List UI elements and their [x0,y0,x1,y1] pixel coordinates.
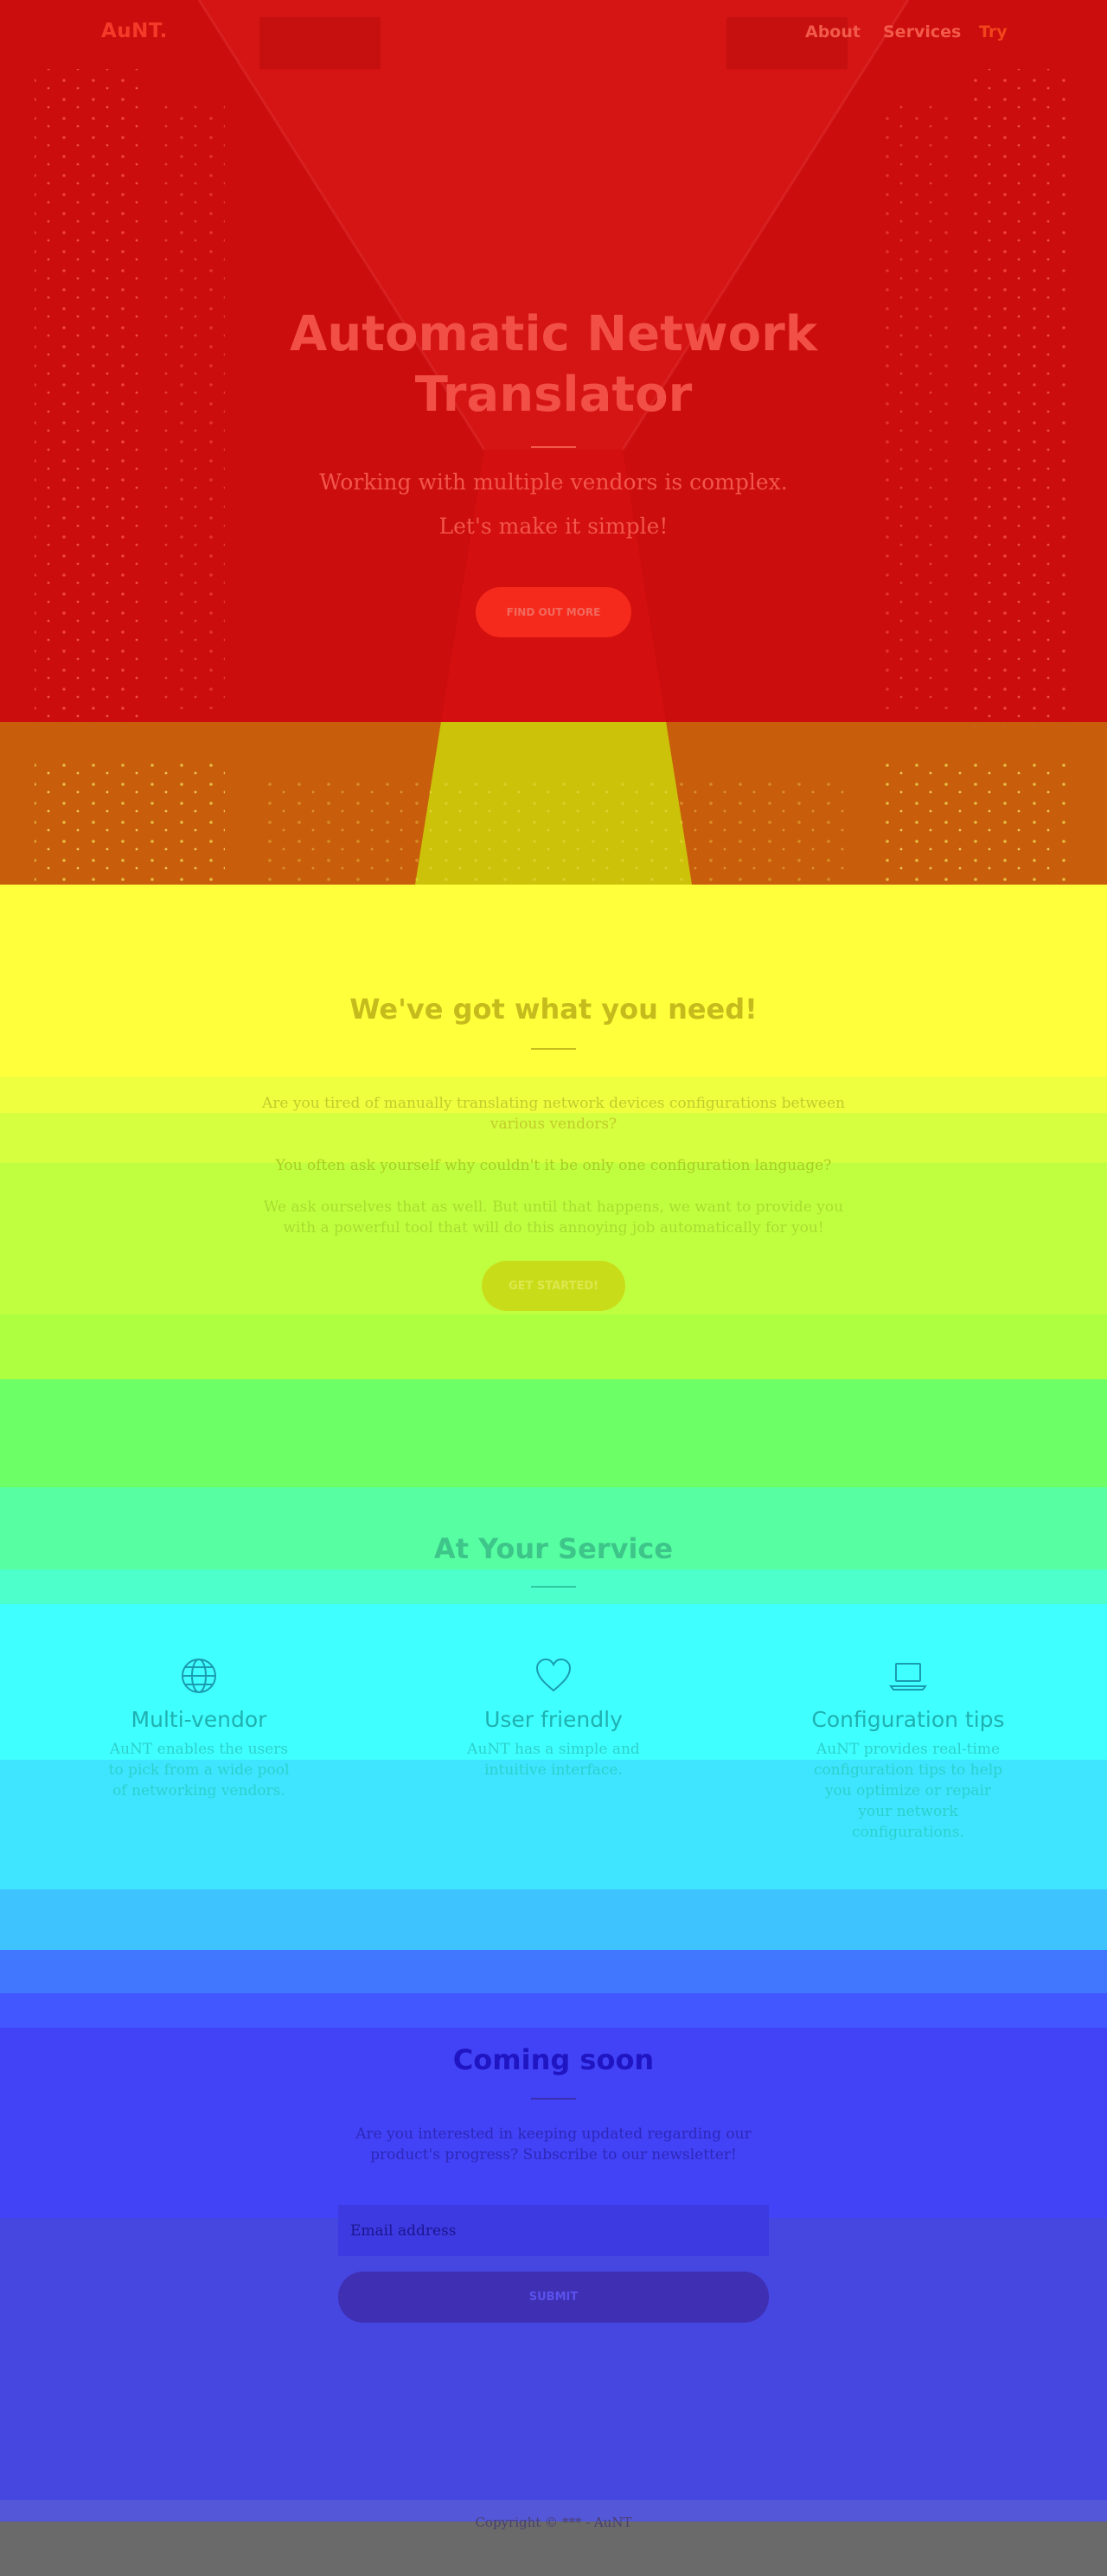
newsletter-divider [531,2098,576,2100]
hero-subtitle-2: Let's make it simple! [438,514,669,539]
newsletter-title: Coming soon [452,2043,655,2076]
get-started-button[interactable]: GET STARTED! [482,1261,625,1311]
service-description: AuNT has a simple and intuitive interfac… [467,1741,640,1779]
service-title: User friendly [484,1707,623,1732]
intro-paragraph-1: Are you tired of manually translating ne… [261,1095,845,1133]
nav-link-try[interactable]: Try [979,22,1008,42]
services-title: At Your Service [433,1532,674,1565]
services-divider [531,1586,576,1588]
hero-background-image [0,0,1107,885]
service-description: AuNT enables the users to pick from a wi… [108,1741,290,1799]
service-multi-vendor: Multi-vendor AuNT enables the users to p… [69,1657,329,1801]
bg-band-14 [0,1950,1107,1993]
hero-title-line-2: Translator [414,367,693,423]
hero-divider [531,446,576,448]
find-out-more-button[interactable]: FIND OUT MORE [476,587,631,637]
service-title: Multi-vendor [131,1707,267,1732]
heart-icon [535,1658,572,1692]
globe-icon [182,1659,216,1693]
hero-title-line-1: Automatic Network [290,306,817,362]
bg-band-15 [0,1993,1107,2028]
nav-link-services[interactable]: Services [883,22,961,42]
service-title: Configuration tips [811,1707,1005,1732]
submit-button[interactable]: SUBMIT [338,2272,769,2323]
bg-band-13 [0,1889,1107,1950]
service-configuration-tips: Configuration tips AuNT provides real-ti… [778,1657,1038,1843]
bg-band-17 [0,2218,1107,2500]
laptop-icon [889,1663,927,1691]
email-field[interactable] [338,2205,769,2256]
copyright-text: Copyright © *** - AuNT [475,2515,632,2530]
intro-divider [531,1048,576,1050]
newsletter-text: Are you interested in keeping updated re… [355,2125,752,2164]
intro-paragraph-3: We ask ourselves that as well. But until… [263,1199,844,1237]
hero-subtitle-1: Working with multiple vendors is complex… [319,470,788,495]
bg-band-8 [0,1379,1107,1487]
bg-band-7 [0,1314,1107,1379]
brand-logo[interactable]: AuNT. [101,20,168,42]
intro-paragraph-2: You often ask yourself why couldn't it b… [275,1157,832,1174]
nav-link-about[interactable]: About [805,22,861,42]
service-description: AuNT provides real-time configuration ti… [813,1741,1003,1841]
intro-title: We've got what you need! [349,993,758,1026]
service-user-friendly: User friendly AuNT has a simple and intu… [424,1657,683,1780]
hero-title: Automatic Network Translator [0,304,1107,425]
